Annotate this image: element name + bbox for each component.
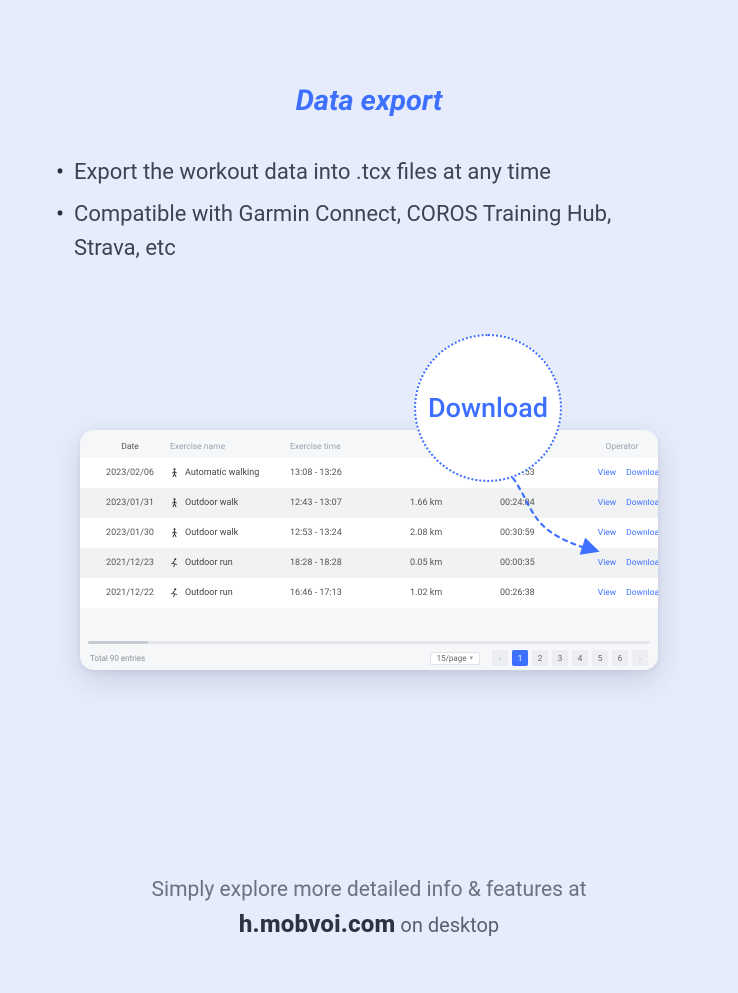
table-row: 2021/12/22 Outdoor run 16:46 - 17:131.02 k… [80,578,658,608]
cell-operator: View Download [580,468,658,478]
exercise-name-text: Automatic walking [185,468,259,478]
cell-duration: 00:26:38 [500,588,580,598]
cell-date: 2021/12/22 [90,588,170,598]
footer-line2: h.mobvoi.com on desktop [0,910,738,938]
run-icon [170,557,179,569]
footer-domain: h.mobvoi.com [239,910,396,938]
table-row: 2023/01/31 Outdoor walk 12:43 - 13:071.66 … [80,488,658,518]
table-row: 2021/12/23 Outdoor run 18:28 - 18:280.05 k… [80,548,658,578]
cell-exercise-name: Outdoor walk [170,527,290,539]
cell-time: 12:43 - 13:07 [290,498,410,508]
cell-date: 2023/02/06 [90,468,170,478]
page-next-button[interactable]: › [632,650,648,666]
exercise-name-text: Outdoor walk [185,498,238,508]
scrollbar-thumb[interactable] [88,641,148,644]
col-time: Exercise time [290,442,410,452]
download-callout: Download [414,334,562,482]
col-date: Date [90,442,170,452]
walk-icon [170,467,179,479]
horizontal-scrollbar[interactable] [88,641,650,644]
page-button[interactable]: 3 [552,650,568,666]
cell-operator: View Download [580,528,658,538]
cell-time: 12:53 - 13:24 [290,528,410,538]
cell-distance: 0.05 km [410,558,500,568]
table-row: 2023/01/30 Outdoor walk 12:53 - 13:242.08 … [80,518,658,548]
cell-operator: View Download [580,558,658,568]
download-callout-label: Download [428,392,548,424]
page-button[interactable]: 2 [532,650,548,666]
footer-text: Simply explore more detailed info & feat… [0,878,738,938]
table-header-row: Date Exercise name Exercise time Duratio… [80,430,658,458]
per-page-label: 15/page [437,654,467,663]
walk-icon [170,527,179,539]
exercise-name-text: Outdoor run [185,558,233,568]
cell-distance: 1.02 km [410,588,500,598]
exercise-name-text: Outdoor walk [185,528,238,538]
page-button[interactable]: 1 [512,650,528,666]
page-button[interactable]: 5 [592,650,608,666]
download-link[interactable]: Download [626,588,658,598]
cell-date: 2023/01/30 [90,528,170,538]
col-name: Exercise name [170,442,290,452]
view-link[interactable]: View [598,588,616,598]
chevron-down-icon: ▾ [469,654,473,662]
cell-operator: View Download [580,588,658,598]
download-link[interactable]: Download [626,468,658,478]
cell-time: 16:46 - 17:13 [290,588,410,598]
view-link[interactable]: View [598,468,616,478]
download-link[interactable]: Download [626,498,658,508]
cell-exercise-name: Outdoor walk [170,497,290,509]
download-link[interactable]: Download [626,558,658,568]
run-icon [170,587,179,599]
view-link[interactable]: View [598,558,616,568]
cell-time: 18:28 - 18:28 [290,558,410,568]
exports-table: Date Exercise name Exercise time Duratio… [80,430,658,608]
cell-exercise-name: Automatic walking [170,467,290,479]
cell-distance: 2.08 km [410,528,500,538]
table-row: 2023/02/06 Automatic walking 13:08 - 13:26… [80,458,658,488]
bullet-item: Compatible with Garmin Connect, COROS Tr… [56,198,682,266]
footer-suffix: on desktop [395,913,499,937]
view-link[interactable]: View [598,528,616,538]
per-page-select[interactable]: 15/page ▾ [430,652,480,665]
promo-page: Data export Export the workout data into… [0,0,738,993]
page-button[interactable]: 6 [612,650,628,666]
footer-line1: Simply explore more detailed info & feat… [0,878,738,902]
cell-exercise-name: Outdoor run [170,557,290,569]
view-link[interactable]: View [598,498,616,508]
cell-duration: 00:30:59 [500,528,580,538]
col-operator: Operator [580,442,658,452]
table-footer: Total 90 entries 15/page ▾ ‹ 123456 › [80,646,658,670]
cell-date: 2021/12/23 [90,558,170,568]
page-button[interactable]: 4 [572,650,588,666]
cell-duration: 00:00:35 [500,558,580,568]
bullet-list: Export the workout data into .tcx files … [56,156,682,266]
exports-table-card: Date Exercise name Exercise time Duratio… [80,430,658,670]
cell-operator: View Download [580,498,658,508]
cell-distance: 1.66 km [410,498,500,508]
total-entries: Total 90 entries [90,654,145,663]
cell-duration: 00:24:04 [500,498,580,508]
page-prev-button[interactable]: ‹ [492,650,508,666]
download-link[interactable]: Download [626,528,658,538]
bullet-item: Export the workout data into .tcx files … [56,156,682,190]
walk-icon [170,497,179,509]
pagination: 15/page ▾ ‹ 123456 › [430,650,648,666]
page-title: Data export [0,0,738,118]
exercise-name-text: Outdoor run [185,588,233,598]
cell-time: 13:08 - 13:26 [290,468,410,478]
cell-exercise-name: Outdoor run [170,587,290,599]
cell-date: 2023/01/31 [90,498,170,508]
